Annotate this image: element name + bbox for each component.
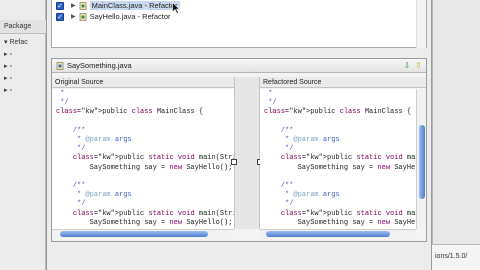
right-pane-vertical-scrollbar[interactable] — [416, 89, 426, 229]
change-item-mainclass[interactable]: ✓ ▶ MainClass.java - Refactor — [56, 0, 180, 11]
change-marker[interactable] — [231, 159, 237, 165]
code-line: class="kw">public static void main(Strin… — [72, 154, 234, 163]
compare-viewer: SaySomething.java ⇩ ⇧ Original Source Re… — [51, 58, 427, 242]
code-line: SaySomething say = new SayHello(); — [56, 218, 233, 227]
previous-difference-icon[interactable]: ⇧ — [415, 61, 422, 70]
right-side-panel — [432, 0, 480, 270]
code-line: */ — [264, 145, 294, 154]
code-line: class="kw">public class MainClass { — [56, 108, 204, 117]
code-line: * — [56, 90, 65, 98]
code-line: */ — [56, 200, 86, 209]
code-line: */ — [264, 200, 294, 209]
changes-tree[interactable]: ✓ ▶ MainClass.java - Refactor ✓ ▶ SayHel… — [51, 0, 427, 48]
code-line: */ — [56, 145, 86, 154]
code-line: * — [264, 90, 273, 98]
code-line: * @param args — [56, 136, 132, 145]
compare-title: SaySomething.java — [67, 61, 132, 70]
project-tree-item[interactable]: ▾ Refac — [4, 38, 28, 46]
change-item-label: MainClass.java - Refactor — [89, 1, 180, 10]
code-line: /** — [56, 126, 86, 135]
code-line: class="kw">public static void main(Strin… — [72, 209, 234, 218]
next-difference-icon[interactable]: ⇩ — [404, 61, 411, 70]
code-line: SaySomething say = new SayHello(); — [56, 163, 233, 172]
code-line: * @param args — [264, 191, 340, 200]
status-path: ions/1.5.0/ — [432, 244, 480, 270]
code-line: class="kw">public static void main(Strin… — [280, 209, 416, 218]
code-line: */ — [264, 99, 277, 108]
left-pane-title: Original Source — [55, 79, 104, 86]
change-item-label: SayHello.java - Refactor — [89, 12, 171, 21]
expand-arrow-icon[interactable]: ▶ — [71, 13, 76, 20]
tree-item[interactable]: ▸ ▫ — [4, 50, 12, 58]
original-source-pane[interactable]: * */class="kw">public class MainClass { … — [52, 89, 234, 229]
right-pane-title: Refactored Source — [263, 79, 322, 86]
code-line: SaySomething say = new SayHello — [264, 218, 416, 227]
left-pane-header: Original Source — [52, 77, 234, 88]
code-line: /** — [56, 182, 86, 191]
left-pane-horizontal-scrollbar[interactable] — [52, 229, 234, 238]
code-line: /** — [264, 182, 294, 191]
right-pane-header: Refactored Source — [260, 77, 426, 88]
status-path-text: ions/1.5.0/ — [435, 253, 468, 260]
right-pane-horizontal-scrollbar[interactable] — [260, 229, 416, 238]
project-tree-label: Refac — [9, 39, 28, 46]
code-line: class="kw">public static void main(Strin… — [280, 154, 416, 163]
compare-toolbar: ⇩ ⇧ — [404, 61, 422, 70]
vertical-scroll-thumb[interactable] — [419, 125, 425, 199]
code-line: SaySomething say = new SayHello — [264, 163, 416, 172]
checkbox-checked-icon[interactable]: ✓ — [56, 1, 64, 10]
java-file-icon — [79, 1, 86, 10]
refactoring-preview-dialog: ✓ ▶ MainClass.java - Refactor ✓ ▶ SayHel… — [46, 0, 432, 270]
horizontal-scroll-thumb[interactable] — [60, 231, 208, 237]
expand-arrow-icon[interactable]: ▶ — [71, 2, 76, 9]
tree-item[interactable]: ▸ ▫ — [4, 62, 12, 70]
code-line: /** — [264, 126, 294, 135]
original-source-code: * */class="kw">public class MainClass { … — [52, 89, 234, 228]
horizontal-scroll-thumb[interactable] — [266, 231, 390, 237]
code-line: */ — [56, 99, 69, 108]
refactored-source-pane[interactable]: * */class="kw">public class MainClass { … — [260, 89, 416, 229]
compare-title-bar: SaySomething.java — [52, 59, 426, 73]
code-line: * @param args — [264, 136, 340, 145]
change-item-sayhello[interactable]: ✓ ▶ SayHello.java - Refactor — [56, 11, 171, 22]
tree-scrollbar[interactable] — [416, 0, 426, 48]
tree-item[interactable]: ▸ ▫ — [4, 74, 12, 82]
package-explorer-tab-label: Package — [4, 23, 32, 30]
diff-connector-gutter — [231, 77, 263, 229]
code-line: class="kw">public class MainClass { — [264, 108, 412, 117]
package-explorer-panel: Package ▾ Refac ▸ ▫ ▸ ▫ ▸ ▫ ▸ ▫ — [0, 0, 46, 270]
code-line: * @param args — [56, 191, 132, 200]
refactored-source-code: * */class="kw">public class MainClass { … — [260, 89, 416, 228]
package-explorer-tab[interactable]: Package — [0, 20, 46, 34]
mouse-pointer-icon — [172, 2, 180, 14]
checkbox-checked-icon[interactable]: ✓ — [56, 12, 64, 21]
java-file-icon — [56, 61, 64, 70]
java-file-icon — [79, 12, 86, 21]
tree-item[interactable]: ▸ ▫ — [4, 86, 12, 94]
